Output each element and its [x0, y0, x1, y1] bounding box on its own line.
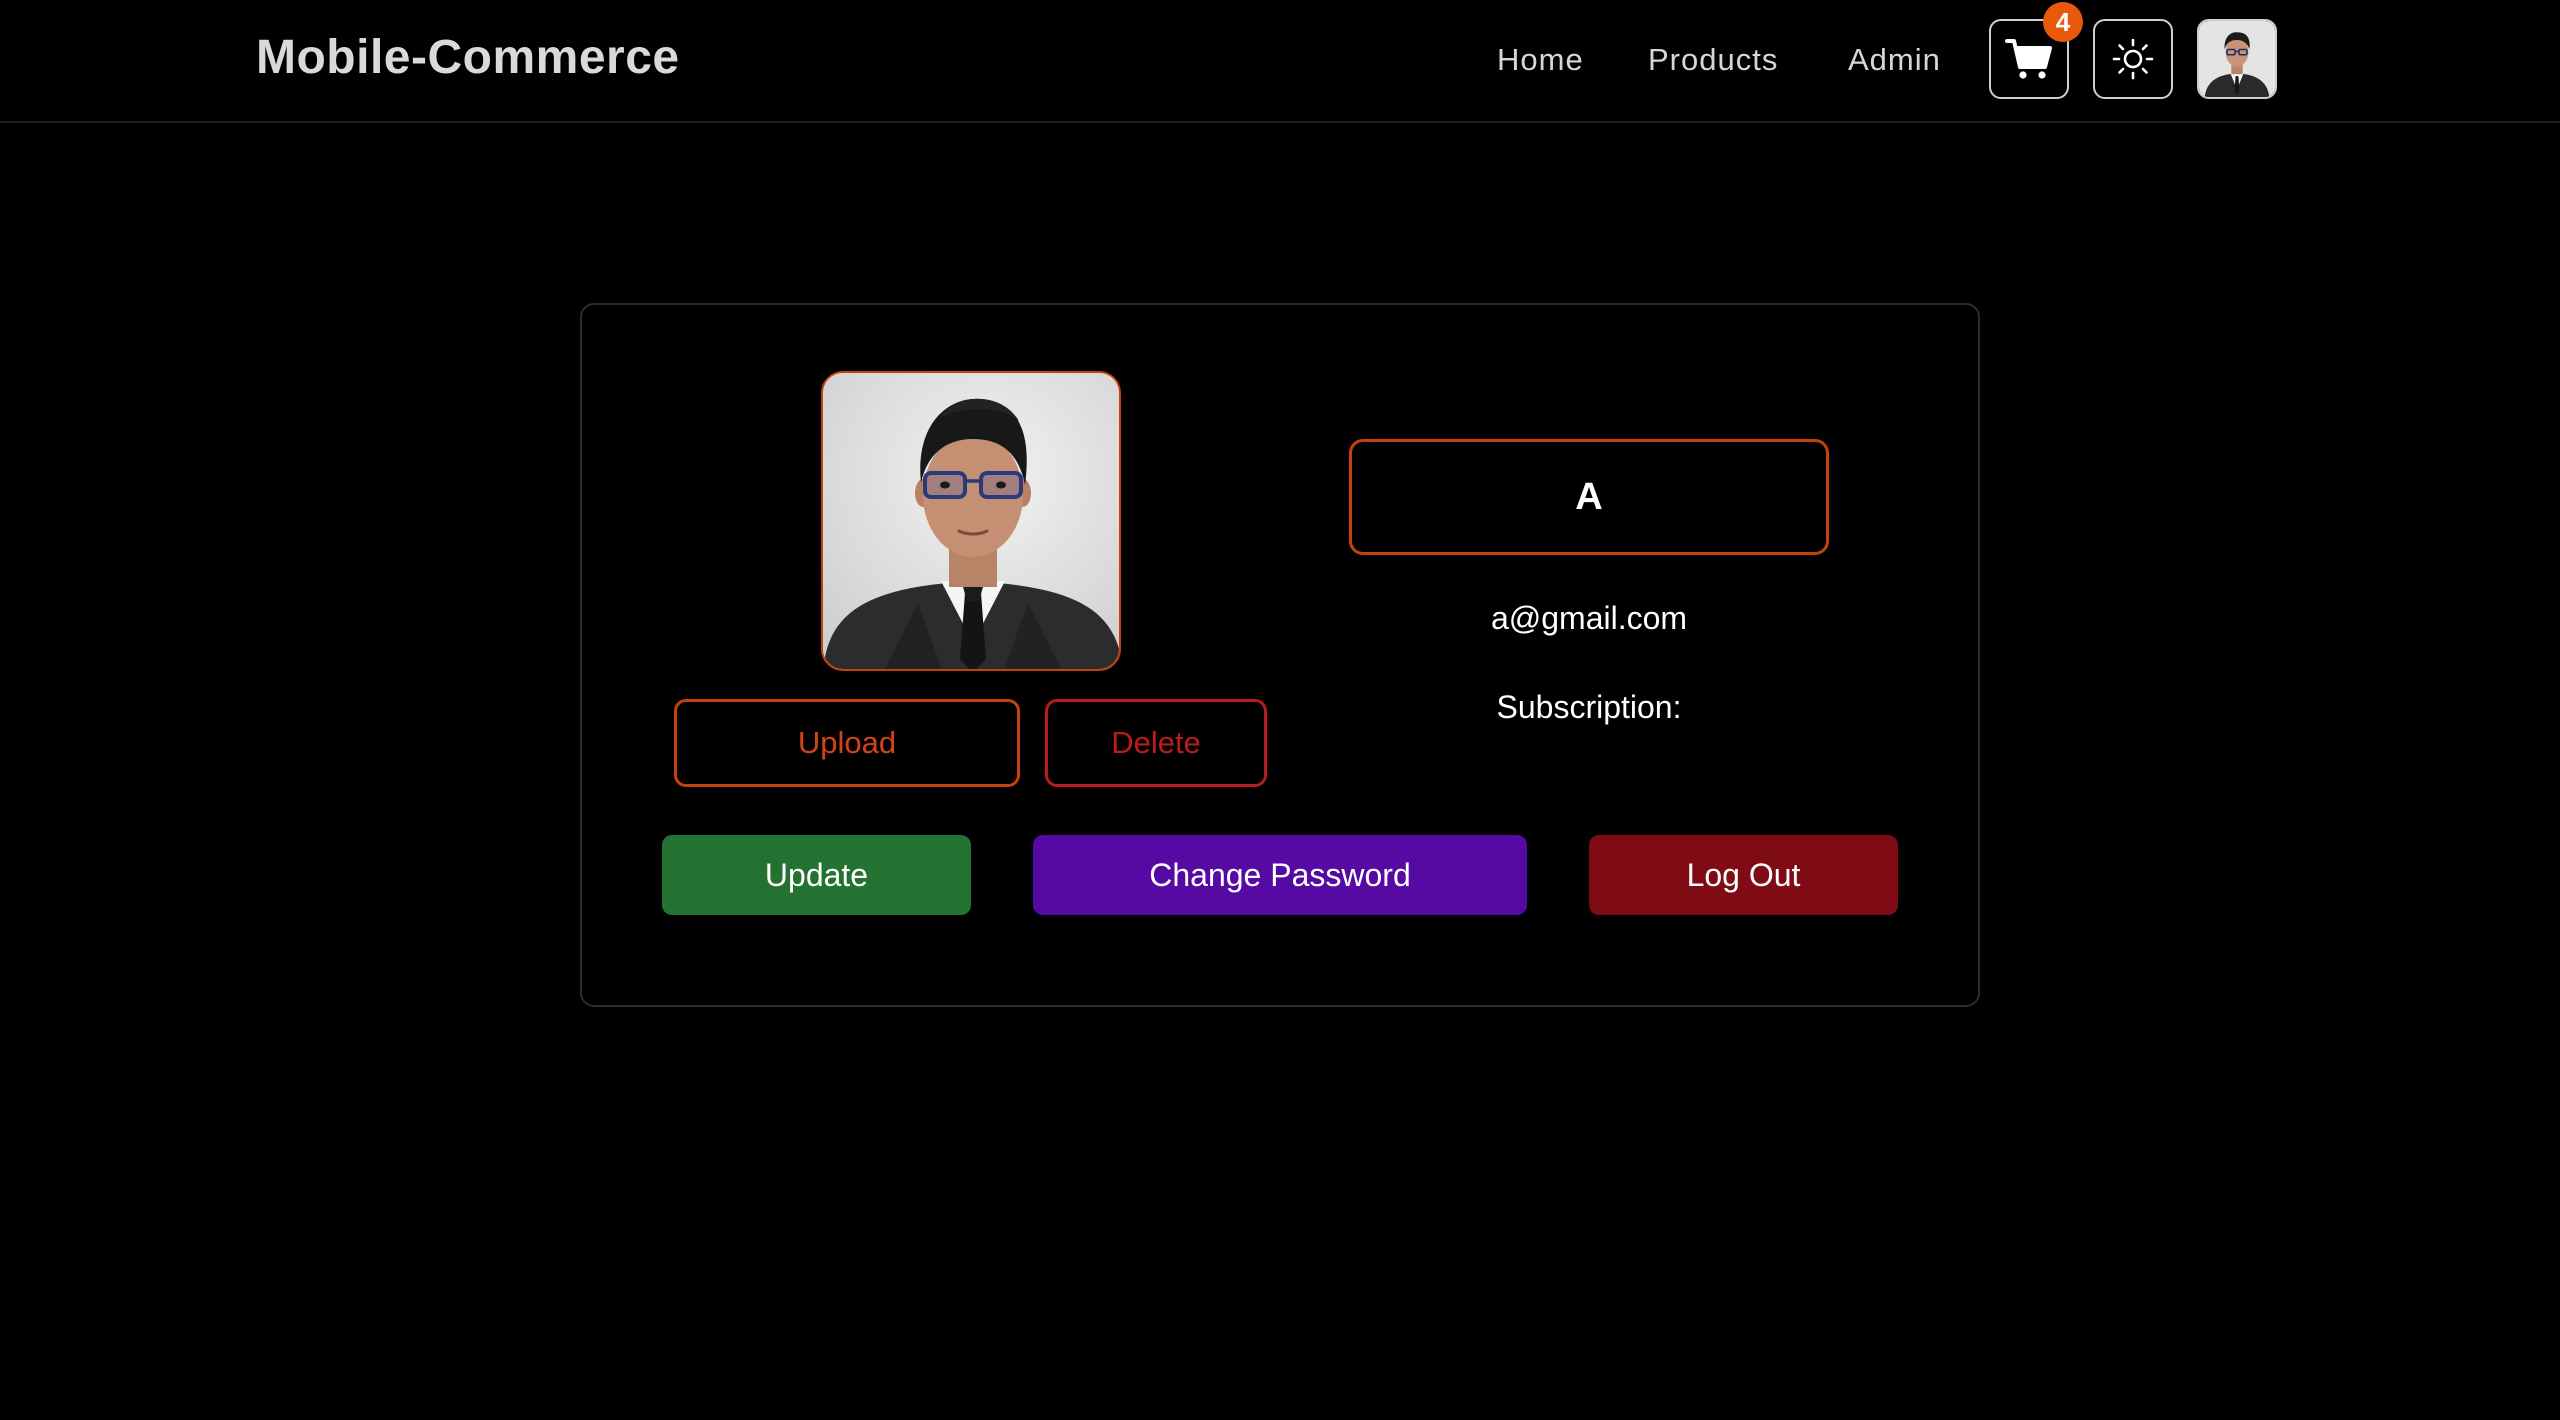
sun-icon: [2112, 38, 2154, 80]
subscription-label: Subscription:: [1496, 689, 1682, 725]
profile-name: A: [1349, 439, 1829, 555]
logout-button[interactable]: Log Out: [1589, 835, 1898, 915]
shopping-cart-icon: [2005, 39, 2052, 79]
theme-toggle-button[interactable]: [2093, 19, 2173, 99]
profile-photo: [821, 371, 1121, 671]
profile-email: a@gmail.com: [1490, 600, 1688, 636]
profile-photo-image: [823, 373, 1119, 669]
change-password-button[interactable]: Change Password: [1033, 835, 1527, 915]
avatar: [2199, 21, 2275, 97]
brand-logo[interactable]: Mobile-Commerce: [256, 30, 680, 86]
nav-link-products[interactable]: Products: [1648, 40, 1778, 80]
upload-photo-button[interactable]: Upload: [674, 699, 1020, 787]
update-button[interactable]: Update: [662, 835, 971, 915]
nav-link-home[interactable]: Home: [1497, 40, 1584, 80]
cart-count-badge: 4: [2043, 2, 2083, 42]
delete-photo-button[interactable]: Delete: [1045, 699, 1267, 787]
nav-link-admin[interactable]: Admin: [1848, 40, 1941, 80]
top-navbar: Mobile-Commerce Home Products Admin 4: [0, 0, 2560, 123]
user-avatar-button[interactable]: [2197, 19, 2277, 99]
